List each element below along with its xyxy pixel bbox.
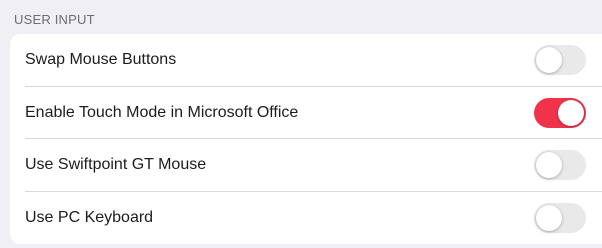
settings-group: Swap Mouse Buttons Enable Touch Mode in … [10, 34, 602, 244]
swap-mouse-buttons-toggle[interactable] [534, 45, 586, 76]
pc-keyboard-toggle[interactable] [534, 202, 586, 233]
setting-label: Enable Touch Mode in Microsoft Office [25, 103, 299, 121]
setting-row-swap-mouse-buttons: Swap Mouse Buttons [10, 34, 602, 87]
swiftpoint-mouse-toggle[interactable] [534, 150, 586, 181]
setting-row-swiftpoint-mouse: Use Swiftpoint GT Mouse [10, 139, 602, 192]
toggle-knob [558, 99, 584, 126]
toggle-knob [536, 152, 562, 179]
setting-label: Use PC Keyboard [25, 208, 154, 226]
setting-row-touch-mode: Enable Touch Mode in Microsoft Office [10, 87, 602, 140]
setting-row-pc-keyboard: Use PC Keyboard [10, 192, 602, 245]
toggle-knob [536, 47, 562, 74]
setting-label: Use Swiftpoint GT Mouse [25, 156, 207, 174]
setting-label: Swap Mouse Buttons [25, 51, 177, 69]
toggle-knob [536, 204, 562, 231]
touch-mode-toggle[interactable] [534, 97, 586, 128]
section-header-user-input: USER INPUT [14, 12, 95, 27]
